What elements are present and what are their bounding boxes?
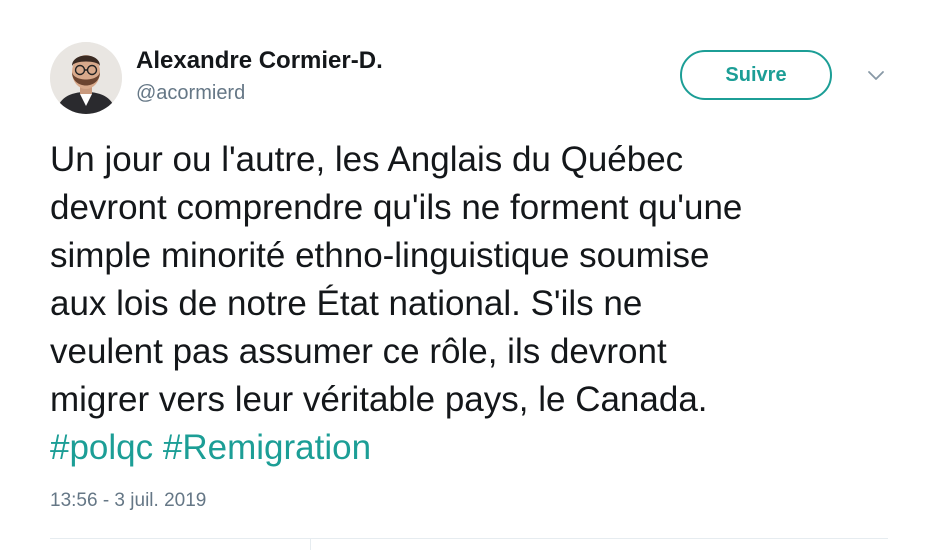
- tweet-text-line: veulent pas assumer ce rôle, ils devront: [50, 332, 667, 371]
- tweet-text-line: Un jour ou l'autre, les Anglais du Québe…: [50, 140, 684, 179]
- tweet-text-line: aux lois de notre État national. S'ils n…: [50, 284, 643, 323]
- tweet-timestamp[interactable]: 13:56 - 3 juil. 2019: [50, 490, 206, 512]
- author-handle[interactable]: @acormierd: [136, 80, 383, 106]
- avatar-photo-icon: [50, 42, 122, 114]
- hashtag-link[interactable]: #Remigration: [163, 428, 371, 467]
- tweet-text: Un jour ou l'autre, les Anglais du Québe…: [50, 136, 910, 472]
- hashtag-link[interactable]: #polqc: [50, 428, 153, 467]
- follow-button[interactable]: Suivre: [680, 50, 832, 100]
- divider: [310, 538, 311, 550]
- tweet-text-line: devront comprendre qu'ils ne forment qu'…: [50, 188, 743, 227]
- hashtag-list: #polqc #Remigration: [50, 424, 910, 472]
- author-info: Alexandre Cormier-D. @acormierd: [136, 46, 383, 106]
- avatar[interactable]: [50, 42, 122, 114]
- tweet-text-line: migrer vers leur véritable pays, le Cana…: [50, 380, 708, 419]
- divider: [50, 538, 888, 539]
- chevron-down-icon[interactable]: [866, 66, 886, 86]
- tweet-card: Alexandre Cormier-D. @acormierd Suivre U…: [0, 0, 946, 550]
- tweet-text-line: simple minorité ethno-linguistique soumi…: [50, 236, 710, 275]
- author-display-name[interactable]: Alexandre Cormier-D.: [136, 46, 383, 76]
